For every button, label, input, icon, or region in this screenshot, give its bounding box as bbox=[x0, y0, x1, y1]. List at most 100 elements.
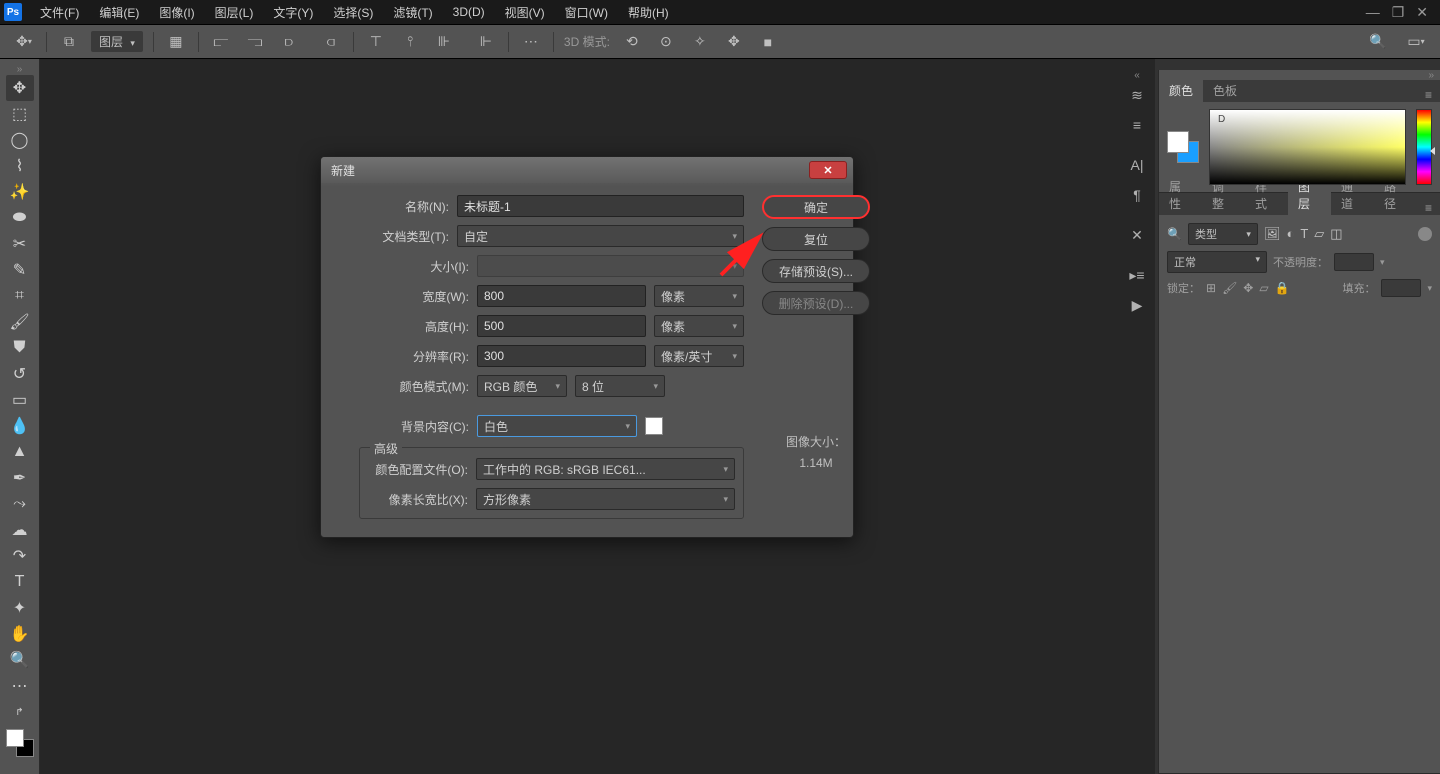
menu-edit[interactable]: 编辑(E) bbox=[89, 4, 149, 21]
more-options-icon[interactable]: ⋯ bbox=[519, 30, 543, 54]
filter-type-icon[interactable]: T bbox=[1300, 226, 1308, 242]
align-bottom-icon[interactable]: ⫏ bbox=[319, 30, 343, 54]
align-vcenter-icon[interactable]: ⫯ bbox=[398, 30, 422, 54]
align-top-icon[interactable]: ⊤ bbox=[364, 30, 388, 54]
curvature-pen-icon[interactable]: ⤳ bbox=[6, 491, 34, 517]
menu-view[interactable]: 视图(V) bbox=[495, 4, 555, 21]
menu-filter[interactable]: 滤镜(T) bbox=[383, 4, 442, 21]
maximize-icon[interactable]: ❐ bbox=[1392, 4, 1405, 21]
color-swatch-stack[interactable] bbox=[1167, 131, 1199, 163]
menu-type[interactable]: 文字(Y) bbox=[263, 4, 323, 21]
width-unit-select[interactable]: 像素▾ bbox=[654, 285, 744, 307]
type-tool-icon[interactable]: T bbox=[6, 569, 34, 595]
menu-layer[interactable]: 图层(L) bbox=[205, 4, 264, 21]
minimize-icon[interactable]: — bbox=[1366, 4, 1380, 21]
menu-3d[interactable]: 3D(D) bbox=[443, 5, 495, 19]
layer-filter-kind[interactable]: 类型▾ bbox=[1188, 223, 1258, 245]
close-window-icon[interactable]: ✕ bbox=[1416, 4, 1428, 21]
align-left-icon[interactable]: ⫍ bbox=[209, 30, 233, 54]
name-input[interactable] bbox=[457, 195, 744, 217]
align-hcenter-icon[interactable]: ⫎ bbox=[243, 30, 267, 54]
stamp-tool-icon[interactable]: ⛊ bbox=[6, 335, 34, 361]
3d-orbit-icon[interactable]: ⟲ bbox=[620, 30, 644, 54]
width-input[interactable] bbox=[477, 285, 646, 307]
brushes-panel-icon[interactable]: ≡ bbox=[1122, 110, 1152, 140]
filter-shape-icon[interactable]: ▱ bbox=[1314, 226, 1324, 242]
tab-properties[interactable]: 属性 bbox=[1159, 175, 1202, 215]
lock-artboard-icon[interactable]: ▱ bbox=[1259, 281, 1268, 295]
auto-select-target[interactable]: 图层 ▾ bbox=[91, 31, 143, 52]
ok-button[interactable]: 确定 bbox=[762, 195, 870, 219]
brush-settings-icon[interactable]: ≋ bbox=[1122, 80, 1152, 110]
menu-select[interactable]: 选择(S) bbox=[323, 4, 383, 21]
profile-select[interactable]: 工作中的 RGB: sRGB IEC61...▾ bbox=[476, 458, 735, 480]
color-swatches[interactable] bbox=[6, 729, 34, 757]
filter-toggle[interactable] bbox=[1418, 227, 1432, 241]
toolbox-handle[interactable] bbox=[5, 65, 35, 73]
ellipse-marquee-icon[interactable]: ◯ bbox=[6, 127, 34, 153]
3d-pan-icon[interactable]: ✧ bbox=[688, 30, 712, 54]
character-panel-icon[interactable]: A| bbox=[1122, 150, 1152, 180]
edit-toolbar-icon[interactable]: ⋯ bbox=[6, 673, 34, 699]
height-input[interactable] bbox=[477, 315, 646, 337]
move-tool-icon[interactable]: ✥ bbox=[6, 75, 34, 101]
color-depth-select[interactable]: 8 位▾ bbox=[575, 375, 665, 397]
aspect-select[interactable]: 方形像素▾ bbox=[476, 488, 735, 510]
foreground-color-swatch[interactable] bbox=[6, 729, 24, 747]
default-colors-icon[interactable]: ↱ bbox=[6, 699, 34, 725]
filter-adjust-icon[interactable]: ◐ bbox=[1286, 226, 1294, 242]
strip-handle[interactable]: « bbox=[1122, 70, 1152, 80]
dialog-close-button[interactable]: ✕ bbox=[809, 161, 847, 179]
shape-tool-icon[interactable]: ✦ bbox=[6, 595, 34, 621]
menu-file[interactable]: 文件(F) bbox=[30, 4, 89, 21]
screen-mode-icon[interactable]: ▭▾ bbox=[1404, 30, 1428, 54]
height-unit-select[interactable]: 像素▾ bbox=[654, 315, 744, 337]
bg-color-preview[interactable] bbox=[645, 417, 663, 435]
hue-marker[interactable] bbox=[1430, 147, 1435, 155]
lock-pixels-icon[interactable]: 🖌 bbox=[1222, 281, 1237, 295]
lasso-tool-icon[interactable]: ⌇ bbox=[6, 153, 34, 179]
actions-panel-icon[interactable]: ▸≡ bbox=[1122, 260, 1152, 290]
gradient-tool-icon[interactable]: ▭ bbox=[6, 387, 34, 413]
doc-type-select[interactable]: 自定▾ bbox=[457, 225, 744, 247]
lock-icon[interactable]: 🔒 bbox=[1275, 281, 1290, 295]
dialog-titlebar[interactable]: 新建 ✕ bbox=[321, 157, 853, 183]
play-icon[interactable]: ▶ bbox=[1122, 290, 1152, 320]
reset-button[interactable]: 复位 bbox=[762, 227, 870, 251]
filter-smart-icon[interactable]: ◫ bbox=[1330, 226, 1342, 242]
resolution-unit-select[interactable]: 像素/英寸▾ bbox=[654, 345, 744, 367]
marquee-tool-icon[interactable]: ⬚ bbox=[6, 101, 34, 127]
hue-strip[interactable] bbox=[1416, 109, 1432, 185]
save-preset-button[interactable]: 存储预设(S)... bbox=[762, 259, 870, 283]
menu-window[interactable]: 窗口(W) bbox=[555, 4, 618, 21]
magic-wand-icon[interactable]: ✨ bbox=[6, 179, 34, 205]
path-select-icon[interactable]: ↷ bbox=[6, 543, 34, 569]
3d-slide-icon[interactable]: ✥ bbox=[722, 30, 746, 54]
search-filter-icon[interactable]: 🔍 bbox=[1167, 227, 1182, 241]
transform-controls-icon[interactable]: ▦ bbox=[164, 30, 188, 54]
color-mode-select[interactable]: RGB 颜色▾ bbox=[477, 375, 567, 397]
color-panel-menu-icon[interactable]: ≡ bbox=[1417, 88, 1440, 102]
filter-pixel-icon[interactable]: 🖼 bbox=[1264, 226, 1281, 242]
menu-image[interactable]: 图像(I) bbox=[149, 4, 204, 21]
blur-tool-icon[interactable]: 💧 bbox=[6, 413, 34, 439]
align-right-icon[interactable]: ⫐ bbox=[277, 30, 301, 54]
adjustments-panel-icon[interactable]: ✕ bbox=[1122, 220, 1152, 250]
paragraph-panel-icon[interactable]: ¶ bbox=[1122, 180, 1152, 210]
resolution-input[interactable] bbox=[477, 345, 646, 367]
sponge-tool-icon[interactable]: ☁ bbox=[6, 517, 34, 543]
quick-select-icon[interactable]: ⬬ bbox=[6, 205, 34, 231]
3d-roll-icon[interactable]: ⊙ bbox=[654, 30, 678, 54]
tab-swatches[interactable]: 色板 bbox=[1203, 79, 1247, 102]
bg-content-select[interactable]: 白色▾ bbox=[477, 415, 637, 437]
brush-tool-icon[interactable]: 🖌 bbox=[6, 309, 34, 335]
blend-mode-select[interactable]: 正常▾ bbox=[1167, 251, 1267, 273]
distribute-h-icon[interactable]: ⊪ bbox=[432, 30, 456, 54]
lock-position-icon[interactable]: ✥ bbox=[1243, 281, 1253, 295]
layers-panel-menu-icon[interactable]: ≡ bbox=[1417, 201, 1440, 215]
frame-tool-icon[interactable]: ⌗ bbox=[6, 283, 34, 309]
crop-tool-icon[interactable]: ✂ bbox=[6, 231, 34, 257]
zoom-tool-icon[interactable]: 🔍 bbox=[6, 647, 34, 673]
auto-select-icon[interactable]: ⧉ bbox=[57, 30, 81, 54]
move-tool-indicator-icon[interactable]: ✥▾ bbox=[12, 30, 36, 54]
